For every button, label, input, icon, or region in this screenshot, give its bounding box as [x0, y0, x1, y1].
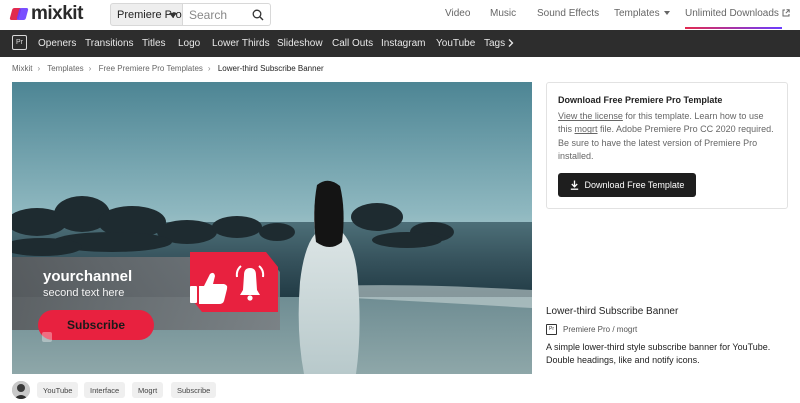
download-card: Download Free Premiere Pro Template View…: [546, 82, 788, 209]
category-openers[interactable]: Openers: [38, 38, 76, 49]
preview-channel-name: yourchannel: [43, 268, 133, 285]
breadcrumb: Mixkit › Templates › Free Premiere Pro Tem…: [12, 64, 324, 73]
item-description: A simple lower-third style subscribe ban…: [546, 342, 771, 365]
nav-templates-label: Templates: [614, 8, 660, 19]
category-call-outs[interactable]: Call Outs: [332, 38, 373, 49]
top-header: mixkit Premiere Pro Video Music Sound Ef…: [0, 0, 800, 29]
breadcrumb-templates[interactable]: Templates: [47, 64, 83, 73]
view-license-link[interactable]: View the license: [558, 111, 623, 121]
logo-text: mixkit: [31, 3, 83, 24]
mogrt-link[interactable]: mogrt: [575, 124, 598, 134]
search-icon[interactable]: [252, 9, 264, 21]
download-button-label: Download Free Template: [584, 180, 685, 190]
breadcrumb-separator: ›: [37, 64, 41, 73]
breadcrumb-current: Lower-third Subscribe Banner: [217, 64, 324, 73]
category-lower-thirds[interactable]: Lower Thirds: [212, 38, 270, 49]
mixkit-logo[interactable]: mixkit: [9, 3, 83, 24]
tag-interface[interactable]: Interface: [84, 382, 126, 398]
external-link-icon: [782, 9, 790, 17]
category-titles[interactable]: Titles: [142, 38, 166, 49]
breadcrumb-premiere-templates[interactable]: Free Premiere Pro Templates: [99, 64, 203, 73]
preview-subscribe-label: Subscribe: [66, 318, 126, 332]
breadcrumb-mixkit[interactable]: Mixkit: [12, 64, 32, 73]
category-logo[interactable]: Logo: [178, 38, 200, 49]
item-title: Lower-third Subscribe Banner: [546, 306, 679, 317]
category-tags[interactable]: Tags: [484, 38, 505, 49]
chevron-down-icon: [169, 13, 177, 18]
category-instagram[interactable]: Instagram: [381, 38, 425, 49]
premiere-pro-icon: Pr: [546, 324, 557, 335]
avatar-image: [12, 381, 30, 399]
premiere-pro-icon: Pr: [12, 35, 27, 50]
mixkit-logo-icon: [9, 8, 29, 20]
download-icon: [570, 180, 578, 190]
download-card-text: View the license for this template. Lear…: [558, 110, 778, 164]
nav-unlimited-downloads[interactable]: Unlimited Downloads: [685, 8, 790, 19]
breadcrumb-separator: ›: [207, 64, 211, 73]
category-nav: Pr Openers Transitions Titles Logo Lower…: [0, 30, 800, 57]
chevron-right-icon[interactable]: [508, 39, 514, 47]
avatar[interactable]: [12, 381, 30, 399]
download-button[interactable]: Download Free Template: [558, 173, 696, 197]
item-meta: Pr Premiere Pro / mogrt: [546, 324, 637, 335]
nav-video[interactable]: Video: [445, 8, 470, 19]
breadcrumb-separator: ›: [88, 64, 92, 73]
product-select[interactable]: Premiere Pro: [110, 3, 183, 26]
chevron-down-icon: [663, 11, 670, 15]
nav-unlimited-label: Unlimited Downloads: [685, 8, 779, 19]
nav-sound-effects[interactable]: Sound Effects: [537, 8, 599, 19]
nav-music[interactable]: Music: [490, 8, 516, 19]
category-transitions[interactable]: Transitions: [85, 38, 134, 49]
active-underline: [685, 27, 782, 29]
nav-templates[interactable]: Templates: [614, 8, 670, 19]
item-meta-text[interactable]: Premiere Pro / mogrt: [563, 325, 637, 334]
preview-second-text: second text here: [43, 287, 125, 299]
template-preview[interactable]: yourchannel second text here Subscribe: [12, 82, 532, 374]
category-slideshow[interactable]: Slideshow: [277, 38, 323, 49]
download-card-title: Download Free Premiere Pro Template: [558, 95, 723, 105]
tag-youtube[interactable]: YouTube: [37, 382, 79, 398]
search-input[interactable]: [189, 4, 247, 25]
tag-subscribe[interactable]: Subscribe: [171, 382, 217, 398]
tag-mogrt[interactable]: Mogrt: [132, 382, 164, 398]
search-box: [183, 3, 271, 26]
category-youtube[interactable]: YouTube: [436, 38, 475, 49]
